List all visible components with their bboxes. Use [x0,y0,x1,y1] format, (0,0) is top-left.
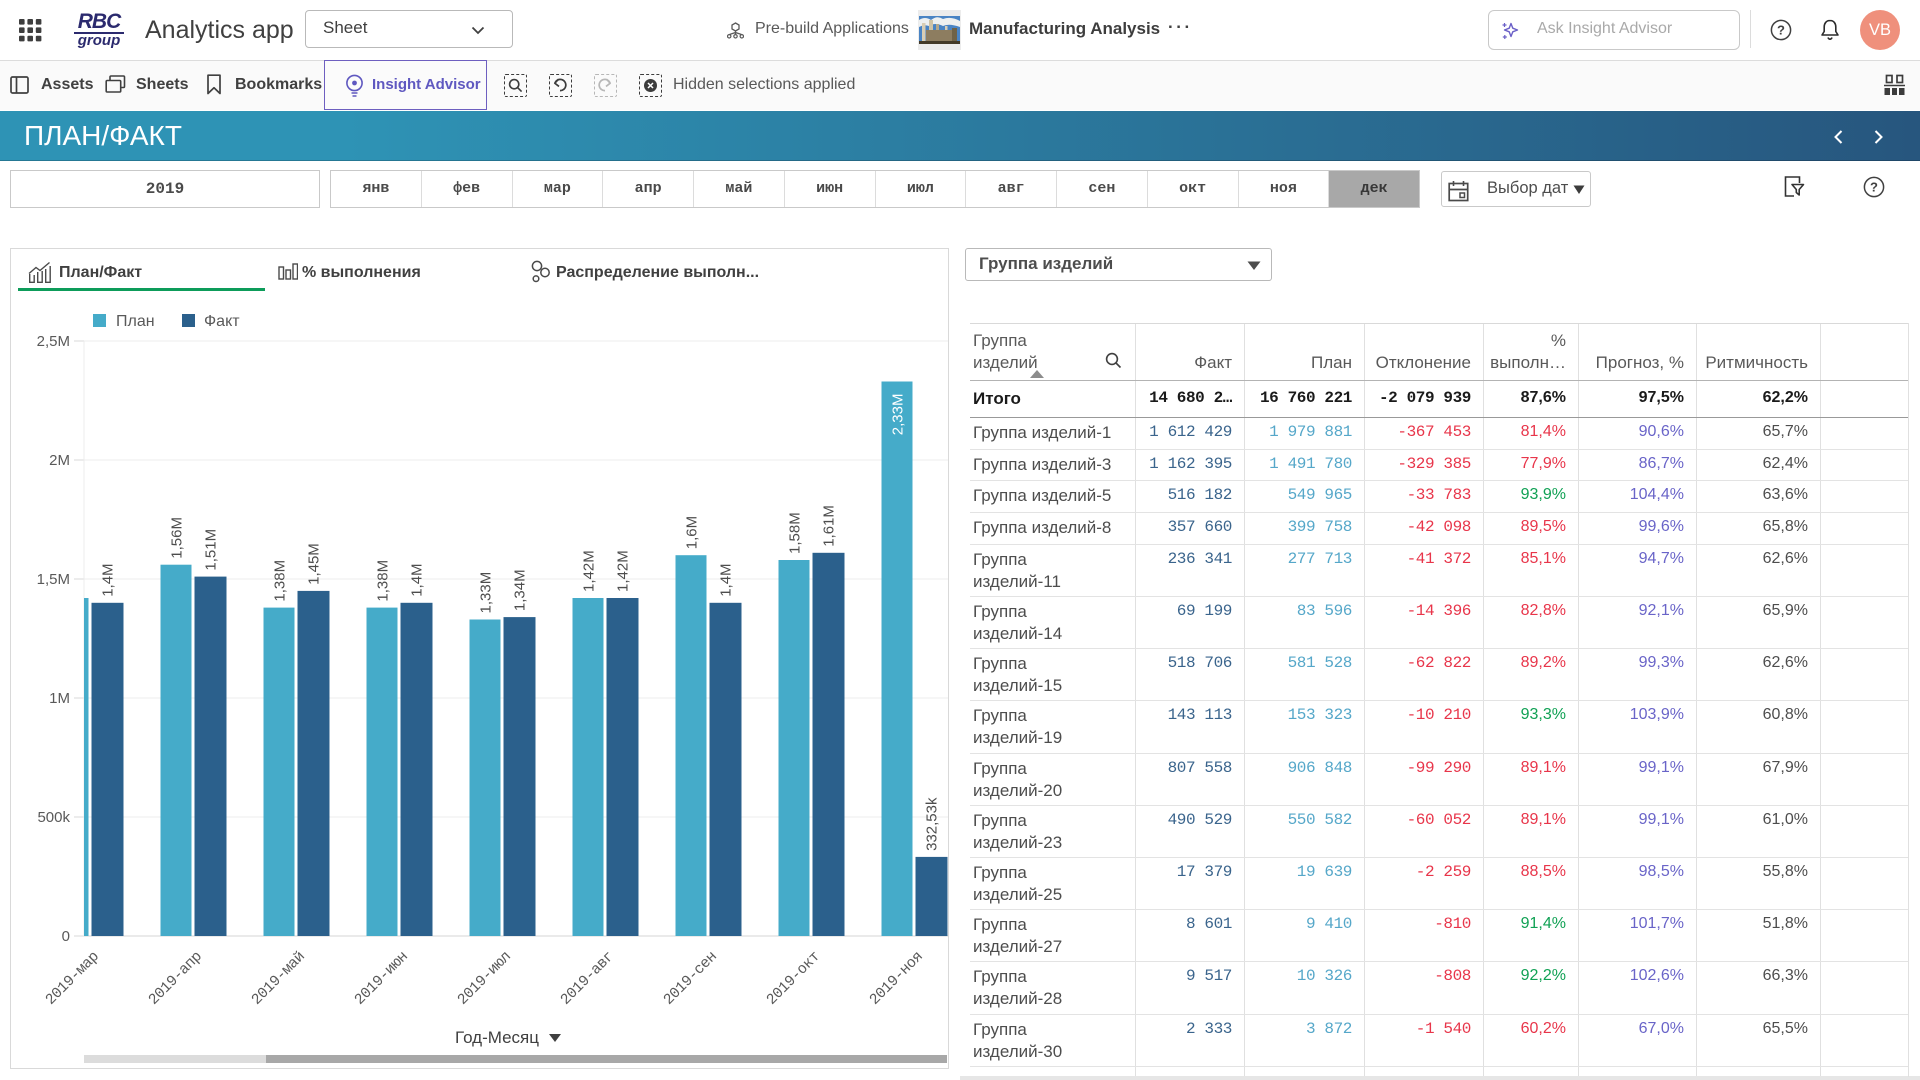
svg-text:1,42M: 1,42M [581,550,598,592]
svg-text:332,53k: 332,53k [924,797,941,851]
svg-text:1,61M: 1,61M [821,505,838,547]
svg-text:?: ? [1777,23,1785,38]
svg-text:1,5M: 1,5M [37,571,70,588]
svg-text:1,4M: 1,4M [409,563,426,596]
svg-text:2019-авг: 2019-авг [557,949,617,1009]
svg-text:2019-май: 2019-май [248,949,308,1009]
svg-text:1,56M: 1,56M [169,517,186,559]
svg-text:Год-Месяц: Год-Месяц [455,1028,539,1047]
svg-text:?: ? [1870,180,1878,195]
svg-text:2019-ноя: 2019-ноя [866,949,926,1009]
svg-text:2M: 2M [49,452,70,469]
svg-text:0: 0 [62,928,70,945]
svg-text:1,42M: 1,42M [615,550,632,592]
svg-text:Факт: Факт [204,313,240,330]
svg-text:2019-сен: 2019-сен [660,949,720,1009]
svg-text:2,33M: 2,33M [890,394,907,436]
svg-text:500k: 500k [37,809,70,826]
svg-text:2019-окт: 2019-окт [763,948,823,1008]
svg-text:2019-апр: 2019-апр [145,949,205,1009]
svg-text:2019-мар: 2019-мар [42,949,102,1009]
svg-text:1,4M: 1,4M [100,563,117,596]
svg-text:1,58M: 1,58M [787,512,804,554]
svg-text:1,4M: 1,4M [718,563,735,596]
svg-text:1,45M: 1,45M [306,543,323,585]
svg-text:1,51M: 1,51M [203,529,220,571]
svg-text:2019-июл: 2019-июл [454,949,514,1009]
svg-text:1M: 1M [49,690,70,707]
svg-text:1,38M: 1,38M [272,560,289,602]
svg-text:1,6M: 1,6M [684,516,701,549]
svg-text:1,34M: 1,34M [512,569,529,611]
svg-text:План: План [116,313,155,330]
svg-text:1,38M: 1,38M [375,560,392,602]
svg-text:2,5M: 2,5M [37,333,70,350]
svg-text:1,33M: 1,33M [478,572,495,614]
svg-text:2019-июн: 2019-июн [351,949,411,1009]
